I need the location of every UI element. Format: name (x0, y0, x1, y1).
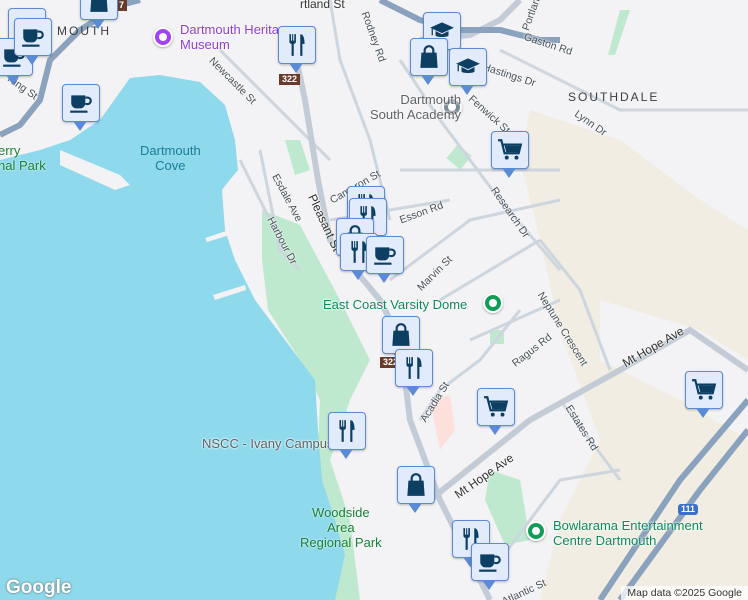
poi-label-south-academy[interactable]: Dartmouth South Academy (370, 92, 461, 122)
map-marker-graduation-cap[interactable] (449, 48, 487, 95)
varsity-dome-pin-icon[interactable] (483, 293, 503, 313)
coffee-cup-icon (372, 242, 398, 268)
map-marker-coffee-cup[interactable] (366, 236, 404, 283)
poi-label-nscc[interactable]: NSCC - Ivany Campus (202, 436, 333, 451)
water-label-dartmouth-cove: Dartmouth Cove (140, 143, 201, 173)
map-marker-fork-knife[interactable] (395, 349, 433, 396)
graduation-cap-icon (455, 54, 481, 80)
shopping-bag-icon (86, 0, 112, 14)
map-marker-shopping-cart[interactable] (477, 388, 515, 435)
shopping-bag-icon (388, 322, 414, 348)
street-portland-west: rtland St (300, 0, 345, 11)
poi-label-varsity-dome[interactable]: East Coast Varsity Dome (323, 297, 467, 312)
map-marker-coffee-cup[interactable] (14, 18, 52, 65)
museum-icon[interactable] (153, 27, 173, 47)
shopping-bag-icon (416, 44, 442, 70)
map-marker-coffee-cup[interactable] (62, 84, 100, 131)
map-marker-fork-knife[interactable] (328, 412, 366, 459)
google-logo: Google (6, 577, 72, 598)
shopping-bag-icon (403, 472, 429, 498)
map-marker-shopping-cart[interactable] (685, 371, 723, 418)
map-canvas[interactable]: Dartmouth Cove Woodside Area Regional Pa… (0, 0, 748, 600)
shopping-cart-icon (691, 377, 717, 403)
map-marker-shopping-bag[interactable] (410, 38, 448, 85)
fork-knife-icon (284, 32, 310, 58)
fork-knife-icon (334, 418, 360, 444)
bowlarama-pin-icon[interactable] (526, 521, 546, 541)
map-marker-fork-knife[interactable] (278, 26, 316, 73)
map-marker-shopping-bag[interactable] (80, 0, 118, 29)
map-marker-shopping-bag[interactable] (397, 466, 435, 513)
map-attribution[interactable]: Map data ©2025 Google (621, 586, 748, 600)
fork-knife-icon (401, 355, 427, 381)
shopping-cart-icon (483, 394, 509, 420)
coffee-cup-icon (68, 90, 94, 116)
map-marker-coffee-cup[interactable] (471, 543, 509, 590)
route-111-shield: 111 (678, 504, 699, 515)
park-label-ferry: erry nal Park (0, 143, 46, 173)
area-label-southdale: SOUTHDALE (568, 90, 660, 104)
map-marker-shopping-cart[interactable] (491, 131, 529, 178)
poi-label-bowlarama[interactable]: Bowlarama Entertainment Centre Dartmouth (553, 518, 703, 548)
park-label-woodside: Woodside Area Regional Park (300, 505, 382, 550)
coffee-cup-icon (477, 549, 503, 575)
shopping-cart-icon (497, 137, 523, 163)
route-322-shield: 322 (279, 74, 301, 85)
coffee-cup-icon (20, 24, 46, 50)
